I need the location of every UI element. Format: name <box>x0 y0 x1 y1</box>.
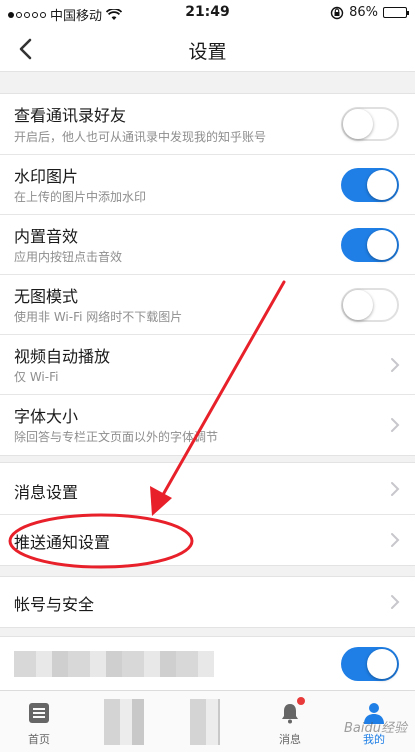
setting-row-video-autoplay[interactable]: 视频自动播放 仅 Wi-Fi <box>0 335 415 395</box>
setting-row-account-security[interactable]: 帐号与安全 <box>0 577 415 627</box>
setting-row-push[interactable]: 推送通知设置 <box>0 515 415 565</box>
home-icon <box>29 703 49 723</box>
settings-section-general: 查看通讯录好友 开启后，他人也可从通讯录中发现我的知乎账号 水印图片 在上传的图… <box>0 93 415 456</box>
tab-label: 首页 <box>28 733 50 746</box>
sound-toggle[interactable] <box>341 228 399 262</box>
setting-title: 查看通讯录好友 <box>14 106 127 125</box>
setting-subtitle: 应用内按钮点击音效 <box>14 250 123 264</box>
setting-row-no-image[interactable]: 无图模式 使用非 Wi-Fi 网络时不下载图片 <box>0 275 415 335</box>
contacts-toggle[interactable] <box>341 107 399 141</box>
settings-section-obscured <box>0 636 415 696</box>
setting-title: 水印图片 <box>14 167 79 186</box>
status-bar: 中国移动 21:49 86% <box>0 0 415 26</box>
nav-bar: 设置 <box>0 26 415 72</box>
obscured-tab <box>104 699 144 745</box>
setting-row-message[interactable]: 消息设置 <box>0 463 415 515</box>
setting-title: 推送通知设置 <box>14 533 111 552</box>
tab-home[interactable]: 首页 <box>4 691 74 752</box>
status-right: 86% <box>330 5 409 20</box>
settings-section-account: 帐号与安全 <box>0 576 415 628</box>
chevron-right-icon <box>391 595 400 609</box>
setting-title: 无图模式 <box>14 287 79 306</box>
setting-subtitle: 开启后，他人也可从通讯录中发现我的知乎账号 <box>14 130 267 144</box>
setting-title: 帐号与安全 <box>14 595 95 614</box>
watermark-toggle[interactable] <box>341 168 399 202</box>
setting-row-watermark[interactable]: 水印图片 在上传的图片中添加水印 <box>0 155 415 215</box>
setting-subtitle: 使用非 Wi-Fi 网络时不下载图片 <box>14 310 183 324</box>
chevron-right-icon <box>391 533 400 547</box>
setting-row-font-size[interactable]: 字体大小 除回答与专栏正文页面以外的字体调节 <box>0 395 415 455</box>
chevron-right-icon <box>391 482 400 496</box>
no-image-toggle[interactable] <box>341 288 399 322</box>
setting-subtitle: 在上传的图片中添加水印 <box>14 190 147 204</box>
obscured-tab <box>190 699 220 745</box>
watermark: Baidu经验 <box>344 721 407 736</box>
setting-title: 消息设置 <box>14 483 79 502</box>
chevron-right-icon <box>391 358 400 372</box>
setting-title: 字体大小 <box>14 407 79 426</box>
setting-title: 视频自动播放 <box>14 347 111 366</box>
obscured-toggle[interactable] <box>341 647 399 681</box>
setting-subtitle: 仅 Wi-Fi <box>14 370 59 384</box>
setting-row-contacts[interactable]: 查看通讯录好友 开启后，他人也可从通讯录中发现我的知乎账号 <box>0 94 415 155</box>
orientation-lock-icon <box>330 6 344 19</box>
tab-messages[interactable]: 消息 <box>255 691 325 752</box>
chevron-right-icon <box>391 418 400 432</box>
battery-icon <box>383 7 409 18</box>
notification-badge <box>297 697 305 705</box>
setting-subtitle: 除回答与专栏正文页面以外的字体调节 <box>14 430 219 444</box>
obscured-content <box>14 651 214 677</box>
battery-percent: 86% <box>349 5 378 20</box>
tab-label: 消息 <box>279 733 301 746</box>
setting-row-sound[interactable]: 内置音效 应用内按钮点击音效 <box>0 215 415 275</box>
setting-title: 内置音效 <box>14 227 79 246</box>
settings-section-notifications: 消息设置 推送通知设置 <box>0 462 415 566</box>
page-title: 设置 <box>188 41 227 63</box>
